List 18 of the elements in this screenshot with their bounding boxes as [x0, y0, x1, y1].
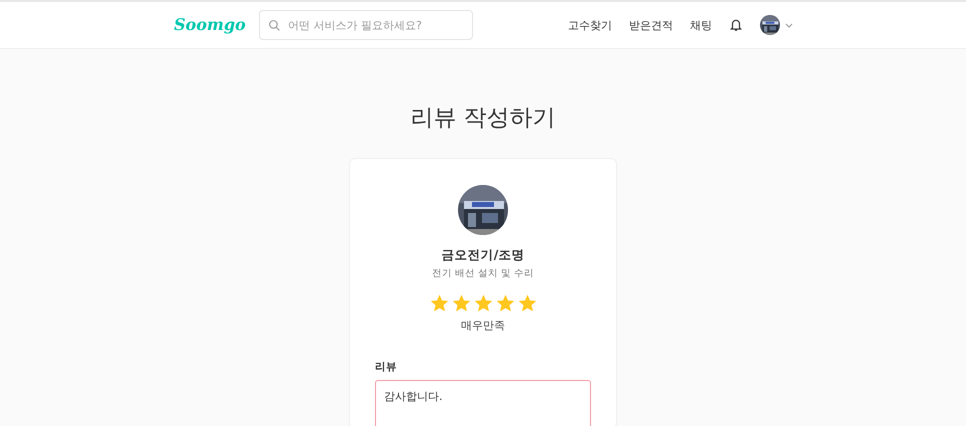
star-icon[interactable]: [472, 293, 494, 314]
star-icon[interactable]: [516, 293, 538, 314]
search-field[interactable]: 어떤 서비스가 필요하세요?: [259, 10, 473, 40]
nav-link[interactable]: 받은견적: [629, 18, 673, 32]
star-icon[interactable]: [450, 293, 472, 314]
nav-link[interactable]: 채팅: [690, 18, 712, 32]
chevron-down-icon[interactable]: [785, 22, 793, 28]
review-field[interactable]: 감사합니다.: [375, 380, 591, 426]
star-icon[interactable]: [494, 293, 516, 314]
bell-icon[interactable]: [729, 18, 743, 32]
star-icon[interactable]: [428, 293, 450, 314]
service-name: 전기 배선 설치 및 수리: [432, 267, 534, 280]
field-label: 리뷰: [375, 360, 398, 374]
page-title: 리뷰 작성하기: [410, 104, 556, 133]
provider-name: 금오전기/조명: [442, 247, 524, 264]
rating-label: 매우만족: [461, 318, 505, 333]
nav-link[interactable]: 고수찾기: [568, 18, 612, 32]
search-icon: [268, 19, 281, 32]
